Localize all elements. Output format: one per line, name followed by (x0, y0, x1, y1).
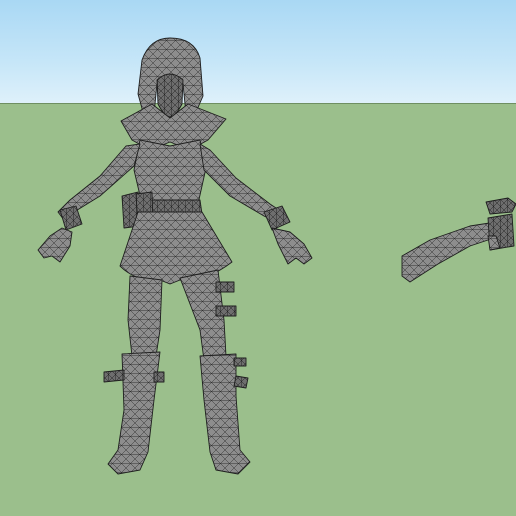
rifle-scope (485, 197, 516, 215)
rifle-stock (401, 221, 501, 283)
rifle-model[interactable] (0, 0, 516, 516)
3d-viewport[interactable] (0, 0, 516, 516)
